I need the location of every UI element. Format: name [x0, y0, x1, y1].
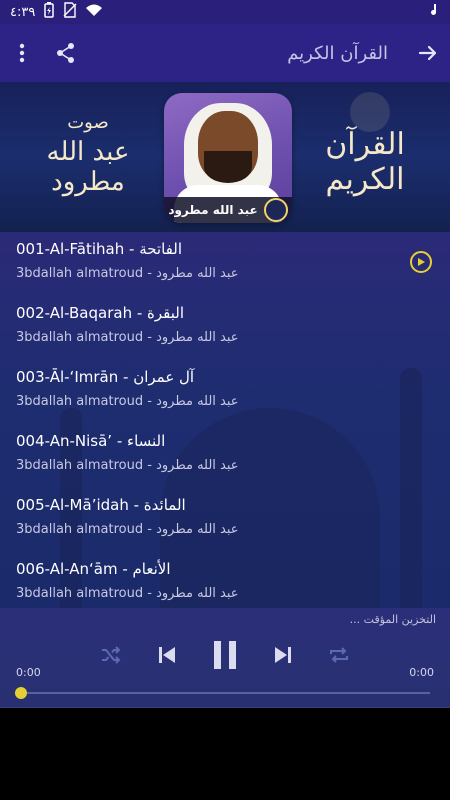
more-options-icon[interactable]: [10, 41, 34, 65]
track-row[interactable]: 005-Al-Mā’idah - المائدة 3bdallah almatr…: [0, 488, 450, 552]
track-title: 003-Āl-ʻImrān - آل عمران: [16, 368, 195, 386]
app-bar: القرآن الكريم: [0, 24, 450, 82]
track-artist: 3bdallah almatroud - عبد الله مطرود: [16, 522, 239, 537]
next-track-icon[interactable]: [273, 645, 293, 669]
seek-bar[interactable]: [15, 687, 430, 699]
track-title: 001-Al-Fātihah - الفاتحة: [16, 240, 182, 258]
shuffle-icon[interactable]: [100, 646, 122, 668]
status-bar: ٤:٣٩: [0, 0, 450, 24]
elapsed-time: 0:00: [16, 666, 41, 679]
status-time: ٤:٣٩: [10, 4, 36, 20]
seek-thumb[interactable]: [15, 687, 27, 699]
portrait-caption-text: عبد الله مطرود: [168, 203, 258, 217]
reciter-calligraphy: صوت عبد الله مطرود: [18, 112, 158, 202]
back-arrow-icon[interactable]: [416, 41, 440, 65]
track-row[interactable]: 004-An-Nisā’ - النساء 3bdallah almatroud…: [0, 424, 450, 488]
track-list: 001-Al-Fātihah - الفاتحة 3bdallah almatr…: [0, 232, 450, 608]
track-artist: 3bdallah almatroud - عبد الله مطرود: [16, 458, 239, 473]
reciter-name-calligraphy: عبد الله مطرود: [46, 137, 130, 197]
play-circle-icon[interactable]: [410, 251, 432, 273]
reciter-portrait: عبد الله مطرود: [164, 93, 292, 223]
page-title: القرآن الكريم: [287, 42, 388, 64]
player-controls: [100, 638, 350, 676]
share-icon[interactable]: [54, 41, 78, 65]
portrait-seal-icon: [263, 198, 288, 222]
buffering-status: التخزين المؤقت ...: [349, 613, 436, 626]
previous-track-icon[interactable]: [157, 645, 177, 669]
portrait-caption: عبد الله مطرود: [164, 197, 292, 223]
player-bar: التخزين المؤقت ... 0:00 0:00: [0, 608, 450, 708]
track-title: 002-Al-Baqarah - البقرة: [16, 304, 185, 322]
bottom-area: [0, 708, 450, 800]
battery-saver-icon: [43, 2, 55, 22]
quran-calligraphy: القرآن الكريم: [325, 127, 405, 197]
track-artist: 3bdallah almatroud - عبد الله مطرود: [16, 266, 239, 281]
no-sim-icon: [63, 2, 77, 22]
repeat-icon[interactable]: [328, 645, 350, 669]
wifi-icon: [85, 3, 103, 21]
track-artist: 3bdallah almatroud - عبد الله مطرود: [16, 394, 239, 409]
track-title: 005-Al-Mā’idah - المائدة: [16, 496, 186, 514]
music-note-icon: [428, 3, 440, 21]
track-row[interactable]: 002-Al-Baqarah - البقرة 3bdallah almatro…: [0, 296, 450, 360]
track-title: 004-An-Nisā’ - النساء: [16, 432, 166, 450]
total-time: 0:00: [409, 666, 434, 679]
track-row[interactable]: 001-Al-Fātihah - الفاتحة 3bdallah almatr…: [0, 232, 450, 296]
track-row[interactable]: 003-Āl-ʻImrān - آل عمران 3bdallah almatr…: [0, 360, 450, 424]
track-title: 006-Al-An‘ām - الأنعام: [16, 560, 171, 578]
track-artist: 3bdallah almatroud - عبد الله مطرود: [16, 586, 239, 601]
voice-of-label: صوت: [67, 112, 109, 133]
track-row[interactable]: 006-Al-An‘ām - الأنعام 3bdallah almatrou…: [0, 552, 450, 608]
banner-moon: [350, 92, 390, 132]
pause-icon[interactable]: [212, 640, 238, 674]
track-artist: 3bdallah almatroud - عبد الله مطرود: [16, 330, 239, 345]
